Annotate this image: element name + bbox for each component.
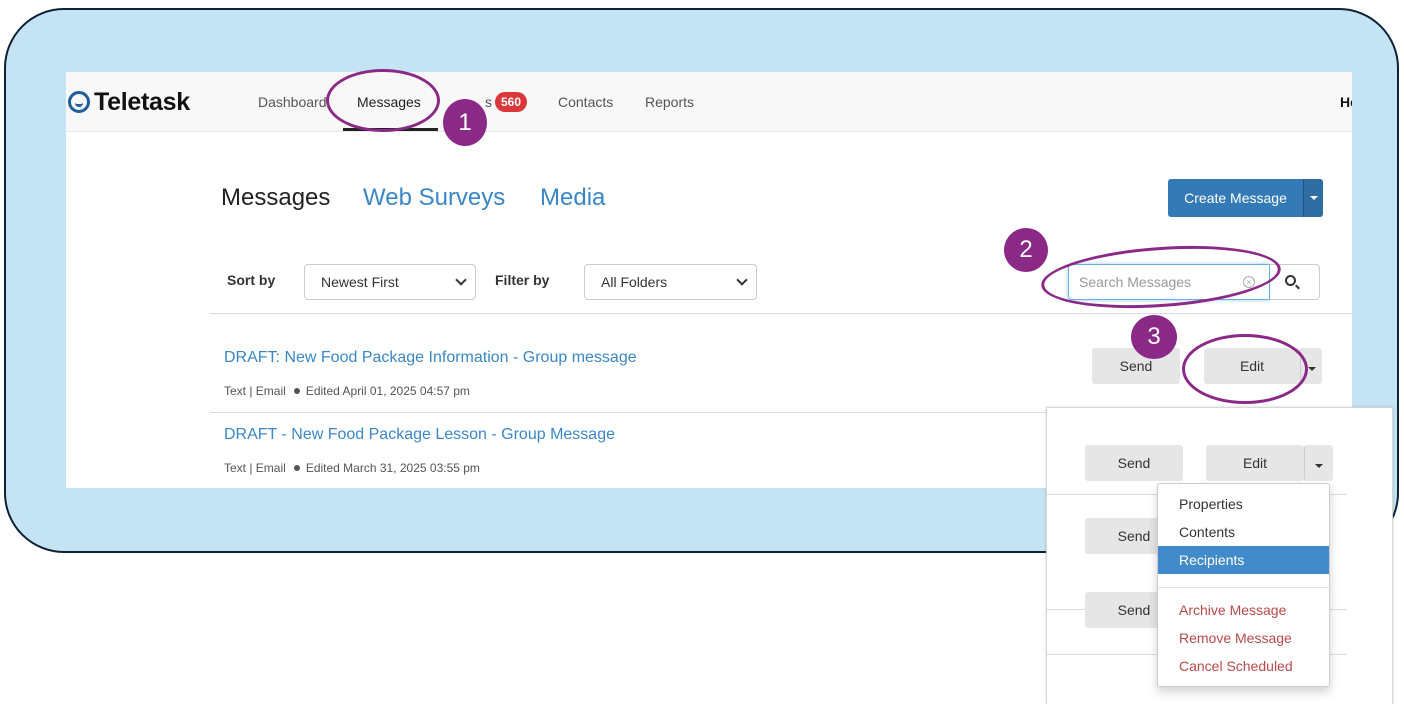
filter-select[interactable]: All Folders [584,264,757,300]
nav-reports[interactable]: Reports [645,94,694,110]
message-meta: Text | Email Edited March 31, 2025 03:55 … [224,461,480,475]
create-message-dropdown-toggle[interactable] [1303,179,1323,217]
menu-item-recipients[interactable]: Recipients [1158,546,1329,574]
tab-web-surveys[interactable]: Web Surveys [363,184,505,212]
logo[interactable]: Teletask [68,88,190,116]
bullet-icon [293,465,300,472]
teletask-logo-icon [68,91,90,113]
create-message-button[interactable]: Create Message [1168,179,1303,217]
menu-item-archive-message[interactable]: Archive Message [1158,596,1329,624]
message-meta: Text | Email Edited April 01, 2025 04:57 … [224,384,470,398]
user-greeting[interactable]: He [1340,94,1352,110]
sort-select-value: Newest First [321,274,399,290]
filter-label: Filter by [495,272,550,288]
send-button[interactable]: Send [1085,445,1183,481]
menu-item-properties[interactable]: Properties [1158,490,1329,518]
caret-down-icon [1307,367,1316,371]
menu-item-cancel-scheduled[interactable]: Cancel Scheduled [1158,652,1329,680]
annotation-number-3: 3 [1131,315,1177,359]
edit-dropdown-inset: Send Edit Send Send Properties Contents … [1046,407,1393,704]
annotation-number-1: 1 [443,99,487,146]
bullet-icon [293,388,300,395]
nav-dashboard[interactable]: Dashboard [258,94,327,110]
search-icon [1285,275,1296,286]
sort-select[interactable]: Newest First [304,264,476,300]
nav-partial-item[interactable]: s [485,94,492,110]
edit-dropdown-toggle[interactable] [1304,445,1333,481]
nav-contacts[interactable]: Contacts [558,94,613,110]
annotation-ellipse-edit [1182,334,1308,404]
notification-badge: 560 [495,92,528,112]
menu-item-remove-message[interactable]: Remove Message [1158,624,1329,652]
caret-down-icon [1315,464,1323,468]
menu-divider [1158,587,1329,588]
logo-text: Teletask [94,87,190,116]
caret-down-icon [1310,196,1318,200]
edit-button[interactable]: Edit [1206,445,1304,481]
filter-select-value: All Folders [601,274,668,290]
message-type: Text | Email [224,461,286,475]
message-type: Text | Email [224,384,286,398]
tab-media[interactable]: Media [540,184,605,212]
message-title-link[interactable]: DRAFT - New Food Package Lesson - Group … [224,426,615,444]
chevron-down-icon [736,274,748,286]
annotation-ellipse-messages [326,69,440,132]
message-edited: Edited April 01, 2025 04:57 pm [305,384,470,398]
divider [210,313,1352,314]
annotation-number-2: 2 [1004,228,1048,272]
tab-messages[interactable]: Messages [221,184,330,212]
sort-label: Sort by [227,272,276,288]
edit-dropdown-menu: Properties Contents Recipients Archive M… [1157,483,1330,687]
top-navbar: Teletask Dashboard Messages s 560 Contac… [66,72,1352,132]
menu-item-contents[interactable]: Contents [1158,518,1329,546]
chevron-down-icon [455,274,467,286]
message-edited: Edited March 31, 2025 03:55 pm [305,461,480,475]
message-title-link[interactable]: DRAFT: New Food Package Information - Gr… [224,349,637,367]
